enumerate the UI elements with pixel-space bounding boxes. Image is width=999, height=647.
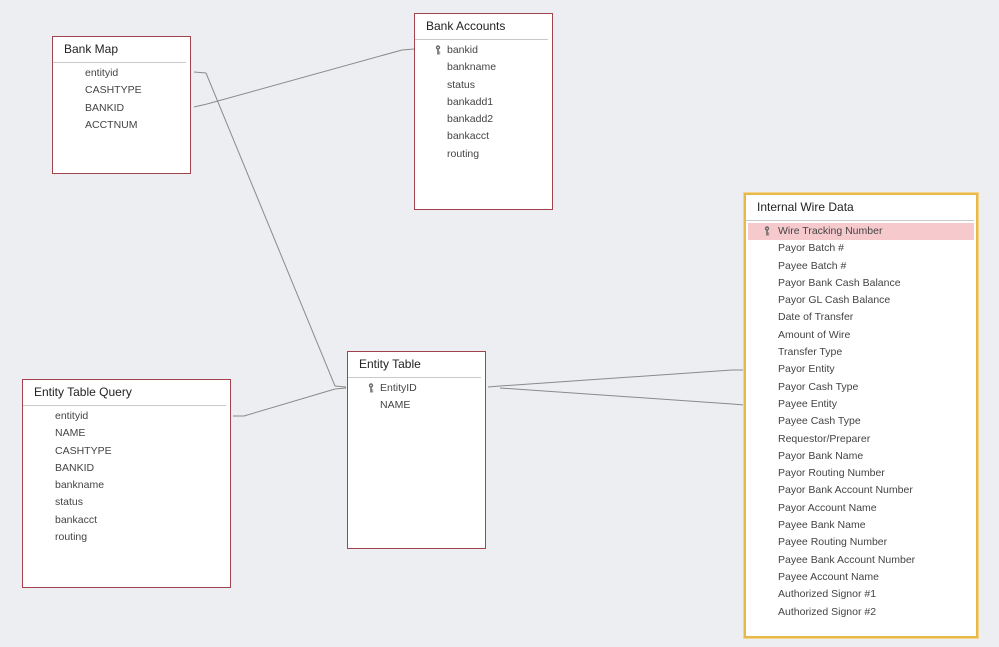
relationship-line[interactable]	[193, 71, 207, 74]
field-item[interactable]: Payee Routing Number	[746, 534, 976, 551]
field-item[interactable]: NAME	[23, 425, 230, 442]
primary-key-icon	[435, 45, 441, 55]
field-list: bankid bankname status bankadd1 bankadd2…	[415, 40, 552, 163]
primary-key-icon	[368, 383, 374, 393]
primary-key-icon	[764, 226, 770, 236]
field-item[interactable]: Payor Bank Name	[746, 448, 976, 465]
field-list: EntityID NAME	[348, 378, 485, 415]
field-list: entityid NAME CASHTYPE BANKID bankname s…	[23, 406, 230, 546]
field-item[interactable]: Requestor/Preparer	[746, 431, 976, 448]
table-title[interactable]: Internal Wire Data	[746, 195, 974, 221]
table-bank-accounts[interactable]: Bank Accounts bankid bankname status ban…	[414, 13, 553, 210]
relationship-line[interactable]	[334, 385, 347, 388]
field-item[interactable]: Payor Bank Cash Balance	[746, 275, 976, 292]
field-item[interactable]: bankid	[415, 42, 552, 59]
field-item[interactable]: Payee Batch #	[746, 258, 976, 275]
relationship-line[interactable]	[487, 385, 501, 388]
field-item[interactable]: Transfer Type	[746, 344, 976, 361]
field-item[interactable]: Payee Cash Type	[746, 413, 976, 430]
field-item[interactable]: Payor Batch #	[746, 240, 976, 257]
table-bank-map[interactable]: Bank Map entityid CASHTYPE BANKID ACCTNU…	[52, 36, 191, 174]
field-item[interactable]: Payee Account Name	[746, 569, 976, 586]
field-item[interactable]: CASHTYPE	[53, 82, 190, 99]
relationship-line[interactable]	[401, 48, 415, 51]
field-item[interactable]: ACCTNUM	[53, 117, 190, 134]
field-item[interactable]: NAME	[348, 397, 485, 414]
field-item[interactable]: Payee Bank Name	[746, 517, 976, 534]
field-item[interactable]: bankadd1	[415, 94, 552, 111]
field-item[interactable]: entityid	[53, 65, 190, 82]
field-item[interactable]: bankacct	[415, 128, 552, 145]
table-entity-table[interactable]: Entity Table EntityID NAME	[347, 351, 486, 549]
field-item[interactable]: bankacct	[23, 512, 230, 529]
table-title[interactable]: Bank Map	[53, 37, 186, 63]
field-item[interactable]: routing	[23, 529, 230, 546]
field-item[interactable]: Payor Bank Account Number	[746, 482, 976, 499]
field-item[interactable]: bankname	[23, 477, 230, 494]
field-item[interactable]: bankadd2	[415, 111, 552, 128]
field-item[interactable]: Payee Bank Account Number	[746, 552, 976, 569]
field-item-selected[interactable]: Wire Tracking Number	[748, 223, 974, 241]
field-item[interactable]: Payor Entity	[746, 361, 976, 378]
field-item[interactable]: Date of Transfer	[746, 309, 976, 326]
field-item[interactable]: Amount of Wire	[746, 327, 976, 344]
field-label: bankid	[447, 44, 478, 56]
relationship-line[interactable]	[731, 403, 745, 406]
field-label: EntityID	[380, 382, 417, 394]
field-list: Wire Tracking Number Payor Batch # Payee…	[746, 221, 976, 621]
field-item[interactable]: BANKID	[23, 460, 230, 477]
field-item[interactable]: entityid	[23, 408, 230, 425]
field-item[interactable]: Authorized Signor #2	[746, 604, 976, 621]
relationship-line[interactable]	[206, 49, 403, 105]
field-item[interactable]: bankname	[415, 59, 552, 76]
table-entity-table-query[interactable]: Entity Table Query entityid NAME CASHTYP…	[22, 379, 231, 588]
relationship-line[interactable]	[499, 387, 733, 405]
field-item[interactable]: EntityID	[348, 380, 485, 397]
field-item[interactable]: CASHTYPE	[23, 443, 230, 460]
field-label: Wire Tracking Number	[778, 225, 883, 237]
relationship-line[interactable]	[205, 72, 336, 387]
field-list: entityid CASHTYPE BANKID ACCTNUM	[53, 63, 190, 134]
field-item[interactable]: Payor Routing Number	[746, 465, 976, 482]
table-title[interactable]: Entity Table	[348, 352, 481, 378]
relationships-canvas: Bank Map entityid CASHTYPE BANKID ACCTNU…	[0, 0, 999, 647]
field-item[interactable]: Payor Cash Type	[746, 379, 976, 396]
table-internal-wire-data[interactable]: Internal Wire Data Wire Tracking Number …	[744, 193, 978, 638]
table-title[interactable]: Bank Accounts	[415, 14, 548, 40]
field-item[interactable]: routing	[415, 146, 552, 163]
relationship-line[interactable]	[243, 388, 336, 417]
table-title[interactable]: Entity Table Query	[23, 380, 226, 406]
field-item[interactable]: Payor Account Name	[746, 500, 976, 517]
field-item[interactable]: status	[23, 494, 230, 511]
field-item[interactable]: BANKID	[53, 100, 190, 117]
relationship-line[interactable]	[334, 387, 347, 390]
field-item[interactable]: status	[415, 77, 552, 94]
relationship-line[interactable]	[499, 369, 733, 387]
relationship-line[interactable]	[193, 103, 208, 108]
field-item[interactable]: Payor GL Cash Balance	[746, 292, 976, 309]
field-item[interactable]: Authorized Signor #1	[746, 586, 976, 603]
field-item[interactable]: Payee Entity	[746, 396, 976, 413]
